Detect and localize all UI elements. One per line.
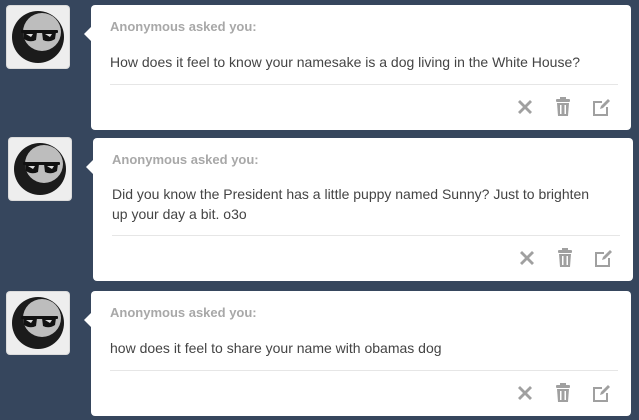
divider <box>110 370 618 371</box>
question-text: how does it feel to share your name with… <box>110 340 442 356</box>
ask-card: Anonymous asked you: Did you know the Pr… <box>86 138 633 281</box>
ask-card: Anonymous asked you: How does it feel to… <box>84 5 631 130</box>
anonymous-sunglasses-icon <box>12 11 64 63</box>
trash-icon[interactable] <box>551 381 575 405</box>
action-bar <box>515 246 615 270</box>
anonymous-sunglasses-icon <box>14 143 66 195</box>
question-text: How does it feel to know your namesake i… <box>110 54 581 70</box>
divider <box>110 84 618 85</box>
action-bar <box>513 95 613 119</box>
avatar[interactable] <box>8 137 72 201</box>
edit-icon[interactable] <box>589 381 613 405</box>
question-text: Did you know the President has a little … <box>112 186 590 222</box>
edit-icon[interactable] <box>591 246 615 270</box>
action-bar <box>513 381 613 405</box>
ask-card: Anonymous asked you: how does it feel to… <box>84 291 631 416</box>
asker-label: Anonymous asked you: <box>110 305 257 320</box>
close-x-icon[interactable] <box>515 246 539 270</box>
close-x-icon[interactable] <box>513 381 537 405</box>
anonymous-sunglasses-icon <box>12 297 64 349</box>
asker-label: Anonymous asked you: <box>110 19 257 34</box>
ask-message: Anonymous asked you: how does it feel to… <box>0 286 639 420</box>
ask-message: Anonymous asked you: How does it feel to… <box>0 0 639 130</box>
divider <box>112 235 620 236</box>
ask-message: Anonymous asked you: Did you know the Pr… <box>0 133 639 283</box>
edit-icon[interactable] <box>589 95 613 119</box>
trash-icon[interactable] <box>553 246 577 270</box>
close-x-icon[interactable] <box>513 95 537 119</box>
avatar[interactable] <box>6 5 70 69</box>
asker-label: Anonymous asked you: <box>112 152 259 167</box>
avatar[interactable] <box>6 291 70 355</box>
ask-inbox: Anonymous asked you: How does it feel to… <box>0 0 639 420</box>
trash-icon[interactable] <box>551 95 575 119</box>
